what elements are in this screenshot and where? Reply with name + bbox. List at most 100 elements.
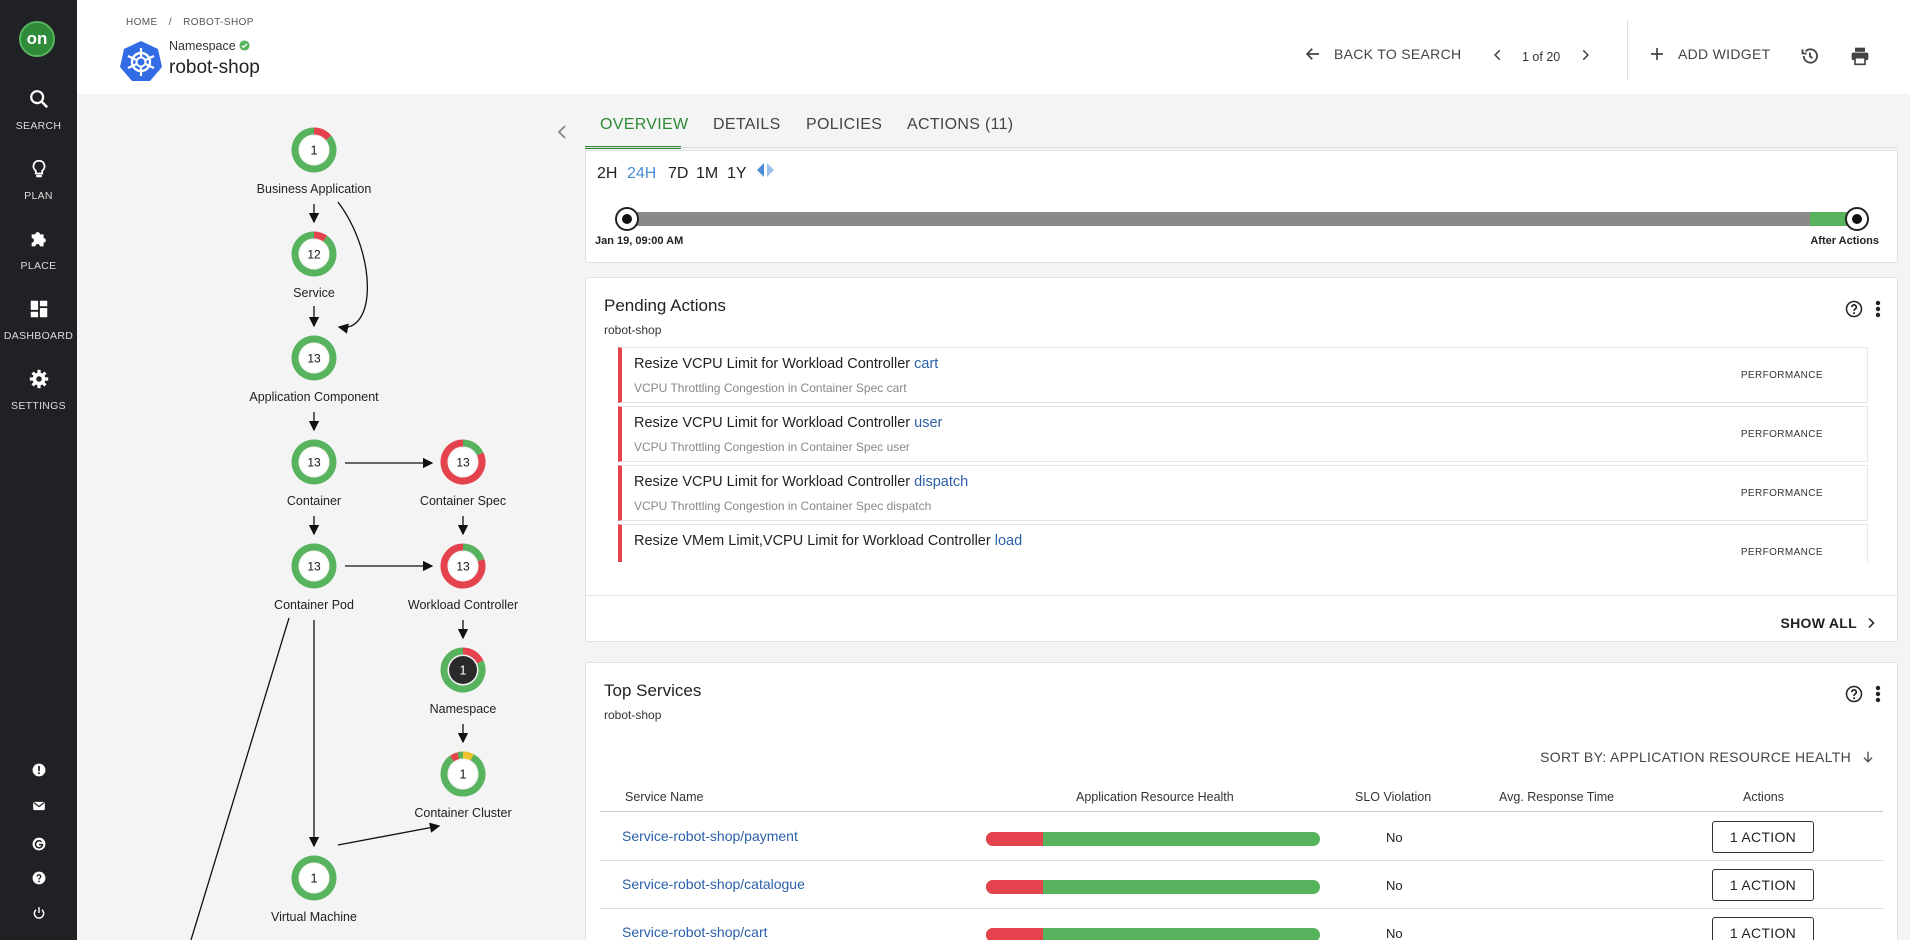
tree-node[interactable]: 13: [290, 438, 338, 486]
action-row[interactable]: Resize VCPU Limit for Workload Controlle…: [618, 465, 1868, 521]
more-vertical-icon[interactable]: [1875, 685, 1881, 703]
breadcrumb-separator: /: [168, 17, 172, 28]
pending-actions-tools: [1845, 300, 1881, 318]
tree-node-count: 1: [460, 664, 467, 678]
column-service-name[interactable]: Service Name: [625, 790, 704, 804]
more-vertical-icon[interactable]: [1875, 300, 1881, 318]
header-divider: [1627, 20, 1628, 80]
action-title-text: Resize VCPU Limit for Workload Controlle…: [634, 415, 915, 431]
timeline-end-handle[interactable]: [1845, 207, 1869, 231]
service-name-link[interactable]: Service-robot-shop/payment: [622, 828, 798, 844]
range-2h[interactable]: 2H: [597, 165, 617, 183]
show-all-button[interactable]: SHOW ALL: [1780, 615, 1877, 631]
tree-node-label: Business Application: [256, 182, 372, 196]
entity-type: Namespace: [169, 39, 250, 53]
add-widget-button[interactable]: ADD WIDGET: [1648, 45, 1770, 63]
pager-next-icon[interactable]: [1578, 48, 1592, 62]
action-title: Resize VCPU Limit for Workload Controlle…: [634, 474, 968, 490]
pending-actions-card: Pending Actions robot-shop Resize VCPU L…: [585, 277, 1899, 642]
tree-node[interactable]: 13: [439, 542, 487, 590]
nav-settings[interactable]: SETTINGS: [0, 368, 77, 414]
nav-alerts[interactable]: [0, 763, 77, 782]
nav-search[interactable]: SEARCH: [0, 88, 77, 134]
tree-node-count: 13: [307, 456, 321, 470]
row-action-button[interactable]: 1 ACTION: [1712, 869, 1814, 901]
help-icon: [32, 871, 45, 885]
breadcrumb: HOME / ROBOT-SHOP: [126, 17, 262, 28]
tree-node[interactable]: 13: [290, 542, 338, 590]
range-1y[interactable]: 1Y: [727, 165, 747, 183]
nav-dashboard-label: DASHBOARD: [3, 330, 74, 342]
tree-node[interactable]: 13: [439, 438, 487, 486]
nav-dashboard[interactable]: DASHBOARD: [0, 298, 77, 344]
range-shift-icon[interactable]: [756, 162, 776, 178]
action-row[interactable]: Resize VCPU Limit for Workload Controlle…: [618, 406, 1868, 462]
nav-help[interactable]: [0, 871, 77, 890]
sort-by-dropdown[interactable]: SORT BY: APPLICATION RESOURCE HEALTH: [1540, 749, 1875, 765]
top-services-subtitle: robot-shop: [604, 708, 662, 722]
tree-node[interactable]: 13: [290, 334, 338, 382]
logo[interactable]: on: [19, 21, 55, 57]
tab-policies[interactable]: POLICIES: [806, 116, 882, 134]
nav-mail[interactable]: [0, 799, 77, 818]
action-title-text: Resize VCPU Limit for Workload Controlle…: [634, 356, 915, 372]
action-row[interactable]: Resize VMem Limit,VCPU Limit for Workloa…: [618, 524, 1868, 562]
tab-actions[interactable]: ACTIONS (11): [907, 116, 1013, 134]
row-action-button[interactable]: 1 ACTION: [1712, 821, 1814, 853]
pending-actions-list: Resize VCPU Limit for Workload Controlle…: [586, 347, 1899, 562]
tree-node[interactable]: 1: [439, 646, 487, 694]
top-services-tools: [1845, 685, 1881, 703]
pager-prev-icon[interactable]: [1491, 48, 1505, 62]
history-icon[interactable]: [1800, 46, 1820, 66]
tree-node[interactable]: 1: [290, 854, 338, 902]
action-row[interactable]: Resize VCPU Limit for Workload Controlle…: [618, 347, 1868, 403]
tree-node[interactable]: 1: [290, 126, 338, 174]
table-row: Service-robot-shop/catalogue No 1 ACTION: [600, 861, 1883, 909]
row-action-button[interactable]: 1 ACTION: [1712, 917, 1814, 940]
column-slo-violation[interactable]: SLO Violation: [1355, 790, 1431, 804]
timeline-start-handle[interactable]: [615, 207, 639, 231]
service-name-link[interactable]: Service-robot-shop/cart: [622, 924, 768, 940]
back-to-search-button[interactable]: BACK TO SEARCH: [1304, 45, 1461, 63]
range-24h[interactable]: 24H: [627, 165, 656, 183]
service-name-link[interactable]: Service-robot-shop/catalogue: [622, 876, 805, 892]
tree-node[interactable]: 12: [290, 230, 338, 278]
nav-plan[interactable]: PLAN: [0, 158, 77, 204]
help-icon[interactable]: [1845, 685, 1863, 703]
help-icon[interactable]: [1845, 300, 1863, 318]
arrow-down-icon: [1863, 751, 1873, 763]
nav-search-label: SEARCH: [15, 120, 62, 132]
timeline-start-label: Jan 19, 09:00 AM: [595, 235, 684, 247]
action-target-link[interactable]: cart: [914, 356, 938, 372]
column-avg-response-time[interactable]: Avg. Response Time: [1499, 790, 1614, 804]
action-title: Resize VCPU Limit for Workload Controlle…: [634, 415, 942, 431]
nav-place[interactable]: PLACE: [0, 228, 77, 274]
column-app-resource-health[interactable]: Application Resource Health: [1076, 790, 1234, 804]
action-title-text: Resize VCPU Limit for Workload Controlle…: [634, 474, 915, 490]
tree-node-ring-segment: [313, 231, 328, 242]
tree-node[interactable]: 1: [439, 750, 487, 798]
tree-node-label: Application Component: [249, 390, 379, 404]
entity-type-label: Namespace: [169, 39, 236, 53]
action-title-text: Resize VMem Limit,VCPU Limit for Workloa…: [634, 533, 995, 549]
tree-node-count: 1: [460, 768, 467, 782]
action-target-link[interactable]: user: [914, 415, 942, 431]
action-target-link[interactable]: dispatch: [914, 474, 968, 490]
timeline-end-label: After Actions: [1810, 235, 1879, 247]
collapse-panel-icon[interactable]: [557, 124, 567, 140]
tab-details[interactable]: DETAILS: [713, 116, 781, 134]
nav-settings-label: SETTINGS: [11, 400, 66, 412]
breadcrumb-home[interactable]: HOME: [126, 17, 158, 28]
slo-value: No: [1386, 878, 1403, 893]
action-target-link[interactable]: load: [995, 533, 1022, 549]
lightbulb-icon: [32, 159, 45, 178]
range-7d[interactable]: 7D: [668, 165, 688, 183]
timeline-track[interactable]: [626, 212, 1858, 226]
google-icon: [32, 837, 45, 851]
tab-overview[interactable]: OVERVIEW: [600, 116, 688, 134]
nav-google[interactable]: [0, 837, 77, 856]
chevron-right-icon: [1868, 617, 1875, 629]
nav-logout[interactable]: [0, 906, 77, 925]
range-1m[interactable]: 1M: [696, 165, 718, 183]
print-icon[interactable]: [1850, 46, 1870, 66]
